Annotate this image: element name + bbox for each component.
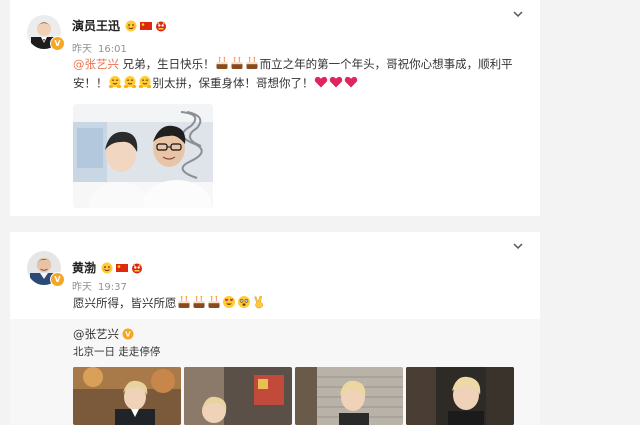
svg-text:V: V — [125, 331, 131, 339]
red-heart-emoji-icon — [314, 75, 328, 89]
repost-photo[interactable] — [295, 367, 403, 425]
smiling-emoji-icon — [125, 20, 137, 32]
chevron-down-icon[interactable] — [512, 8, 524, 20]
username[interactable]: 黄渤 — [72, 259, 96, 276]
verified-badge-icon: V — [122, 328, 134, 340]
verified-badge-icon: V — [50, 36, 65, 51]
hug-emoji-icon — [108, 75, 122, 89]
mention-link[interactable]: @张艺兴 — [73, 57, 119, 71]
birthday-cake-emoji-icon — [177, 295, 191, 309]
chevron-down-icon[interactable] — [512, 240, 524, 252]
lion-dance-icon — [155, 20, 167, 32]
post-photo[interactable] — [73, 104, 213, 208]
birthday-cake-emoji-icon — [230, 56, 244, 70]
victory-hand-emoji-icon — [252, 295, 266, 309]
red-heart-emoji-icon — [329, 75, 343, 89]
avatar[interactable]: V — [27, 15, 65, 51]
post-timestamp[interactable]: 昨天 19:37 — [72, 278, 127, 293]
repost-photo[interactable] — [184, 367, 292, 425]
repost-card[interactable]: @张艺兴 V 北京一日 走走停停 — [10, 319, 540, 425]
repost-photo[interactable] — [73, 367, 181, 425]
birthday-cake-emoji-icon — [192, 295, 206, 309]
hug-emoji-icon — [123, 75, 137, 89]
heart-eyes-emoji-icon — [222, 295, 236, 309]
star-struck-emoji-icon — [237, 295, 251, 309]
avatar[interactable]: V — [27, 251, 65, 287]
verified-badge-icon: V — [50, 272, 65, 287]
post-text: @张艺兴 兄弟，生日快乐！ 而立之年的第一个年头，哥祝你心想事成，顺利平 安！！别… — [73, 56, 513, 90]
feed-post: V 演员王迅 昨天 16:01 @张艺兴 兄弟，生日快乐！ 而立之年的第一个年头，哥… — [10, 0, 540, 216]
post-timestamp[interactable]: 昨天 16:01 — [72, 40, 127, 55]
birthday-cake-emoji-icon — [245, 56, 259, 70]
repost-photo-grid — [73, 367, 514, 425]
post-text: 愿兴所得，皆兴所愿 — [73, 294, 538, 313]
feed-post: V 黄渤 昨天 19:37 愿兴所得，皆兴所愿 @张艺兴 V 北京一日 走走停停 — [10, 232, 540, 425]
smiling-emoji-icon — [101, 262, 113, 274]
repost-photo[interactable] — [406, 367, 514, 425]
red-heart-emoji-icon — [344, 75, 358, 89]
username[interactable]: 演员王迅 — [72, 17, 120, 34]
repost-text: 北京一日 走走停停 — [73, 346, 161, 358]
china-flag-icon — [140, 20, 153, 32]
birthday-cake-emoji-icon — [207, 295, 221, 309]
birthday-cake-emoji-icon — [215, 56, 229, 70]
lion-dance-icon — [131, 262, 143, 274]
repost-author[interactable]: @张艺兴 — [73, 326, 119, 342]
hug-emoji-icon — [138, 75, 152, 89]
china-flag-icon — [116, 262, 129, 274]
